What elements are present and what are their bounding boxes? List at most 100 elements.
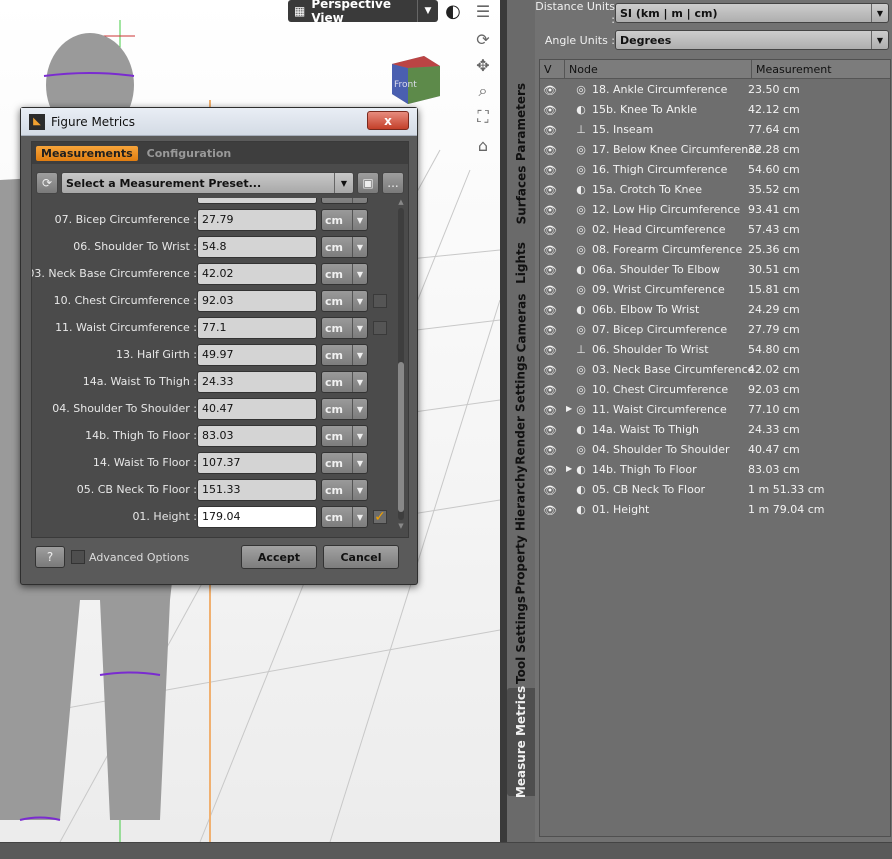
tree-row[interactable]: 👁 ◐ 06a. Shoulder To Elbow 30.51 cm bbox=[540, 260, 890, 280]
tree-row[interactable]: 👁 ⊥ 15. Inseam 77.64 cm bbox=[540, 120, 890, 140]
zoom-icon[interactable]: ⌕ bbox=[472, 80, 494, 102]
camera-dropdown-icon[interactable]: ▼ bbox=[417, 0, 438, 22]
tree-row[interactable]: 👁 ◎ 10. Chest Circumference 92.03 cm bbox=[540, 380, 890, 400]
help-button[interactable]: ? bbox=[35, 546, 65, 568]
visibility-eye-icon[interactable]: 👁 bbox=[543, 244, 559, 257]
tab-configuration[interactable]: Configuration bbox=[142, 146, 237, 161]
scrollbar[interactable]: ▲ ▼ bbox=[396, 198, 406, 530]
tree-row[interactable]: 👁 ◎ 08. Forearm Circumference 25.36 cm bbox=[540, 240, 890, 260]
visibility-eye-icon[interactable]: 👁 bbox=[543, 344, 559, 357]
measurement-value-input[interactable]: 49.97 bbox=[197, 344, 317, 366]
measurement-value-input[interactable]: 40.47 bbox=[197, 398, 317, 420]
visibility-eye-icon[interactable]: 👁 bbox=[543, 104, 559, 117]
unit-select[interactable]: cm▼ bbox=[321, 479, 368, 501]
visibility-eye-icon[interactable]: 👁 bbox=[543, 404, 559, 417]
side-tab-tool-settings[interactable]: Tool Settings bbox=[507, 595, 535, 685]
frame-icon[interactable]: ⛶ bbox=[472, 106, 494, 128]
tree-row[interactable]: 👁 ◐ 15b. Knee To Ankle 42.12 cm bbox=[540, 100, 890, 120]
visibility-eye-icon[interactable]: 👁 bbox=[543, 464, 559, 477]
measurement-value-input[interactable]: 92.03 bbox=[197, 290, 317, 312]
visibility-eye-icon[interactable]: 👁 bbox=[543, 304, 559, 317]
scroll-thumb[interactable] bbox=[398, 362, 404, 512]
expand-arrow-icon[interactable]: ▶ bbox=[566, 404, 572, 413]
tab-measurements[interactable]: Measurements bbox=[36, 145, 138, 161]
dialog-titlebar[interactable]: ◣ Figure Metrics x bbox=[21, 108, 417, 136]
tree-row[interactable]: 👁 ⊥ 06. Shoulder To Wrist 54.80 cm bbox=[540, 340, 890, 360]
tree-row[interactable]: 👁 ◐ 05. CB Neck To Floor 1 m 51.33 cm bbox=[540, 480, 890, 500]
cancel-button[interactable]: Cancel bbox=[323, 545, 399, 569]
unit-select[interactable]: cm▼ bbox=[321, 506, 368, 528]
tree-row[interactable]: 👁 ◐ 15a. Crotch To Knee 35.52 cm bbox=[540, 180, 890, 200]
tree-row[interactable]: 👁 ◐ 01. Height 1 m 79.04 cm bbox=[540, 500, 890, 520]
visibility-eye-icon[interactable]: 👁 bbox=[543, 124, 559, 137]
orbit-icon[interactable]: ⟳ bbox=[472, 28, 494, 50]
side-tab-render-settings[interactable]: Render Settings bbox=[507, 355, 535, 465]
unit-select[interactable]: cm▼ bbox=[321, 452, 368, 474]
tree-row[interactable]: 👁 ◎ 04. Shoulder To Shoulder 40.47 cm bbox=[540, 440, 890, 460]
column-node[interactable]: Node bbox=[565, 60, 752, 78]
visibility-eye-icon[interactable]: 👁 bbox=[543, 364, 559, 377]
tree-row[interactable]: 👁 ◎ 18. Ankle Circumference 23.50 cm bbox=[540, 80, 890, 100]
unit-select[interactable]: cm▼ bbox=[321, 209, 368, 231]
side-tab-property-hierarchy[interactable]: Property Hierarchy bbox=[507, 465, 535, 594]
scroll-down-icon[interactable]: ▼ bbox=[396, 522, 406, 530]
unit-select[interactable]: cm▼ bbox=[321, 371, 368, 393]
save-icon[interactable]: ▣ bbox=[357, 172, 379, 194]
measurement-value-input[interactable]: 179.04 bbox=[197, 506, 317, 528]
advanced-options-checkbox[interactable] bbox=[71, 550, 85, 564]
tree-row[interactable]: 👁 ◐ 14a. Waist To Thigh 24.33 cm bbox=[540, 420, 890, 440]
refresh-icon[interactable]: ⟳ bbox=[36, 172, 58, 194]
measurement-checkbox[interactable] bbox=[373, 294, 387, 308]
measurement-value-input[interactable]: 24.33 bbox=[197, 371, 317, 393]
tree-row[interactable]: 👁 ◐ 06b. Elbow To Wrist 24.29 cm bbox=[540, 300, 890, 320]
preset-select[interactable]: Select a Measurement Preset... ▼ bbox=[61, 172, 354, 194]
unit-select[interactable]: cm▼ bbox=[321, 236, 368, 258]
more-button[interactable]: ... bbox=[382, 172, 404, 194]
side-tab-cameras[interactable]: Cameras bbox=[507, 285, 535, 360]
visibility-eye-icon[interactable]: 👁 bbox=[543, 84, 559, 97]
distance-units-select[interactable]: SI (km | m | cm) ▼ bbox=[615, 3, 889, 23]
shading-sphere-icon[interactable]: ◐ bbox=[442, 0, 464, 22]
measurement-value-input[interactable]: 77.1 bbox=[197, 317, 317, 339]
view-cube[interactable]: Front bbox=[388, 52, 444, 108]
unit-select[interactable]: cm▼ bbox=[321, 198, 368, 204]
tree-row[interactable]: 👁 ◎ 16. Thigh Circumference 54.60 cm bbox=[540, 160, 890, 180]
measurement-checkbox[interactable]: ✓ bbox=[373, 510, 387, 524]
visibility-eye-icon[interactable]: 👁 bbox=[543, 484, 559, 497]
unit-select[interactable]: cm▼ bbox=[321, 290, 368, 312]
unit-select[interactable]: cm▼ bbox=[321, 398, 368, 420]
home-icon[interactable]: ⌂ bbox=[472, 134, 494, 156]
visibility-eye-icon[interactable]: 👁 bbox=[543, 184, 559, 197]
visibility-eye-icon[interactable]: 👁 bbox=[543, 164, 559, 177]
measurement-value-input[interactable]: 83.03 bbox=[197, 425, 317, 447]
measurement-value-input[interactable]: 24.29 bbox=[197, 198, 317, 204]
expand-arrow-icon[interactable]: ▶ bbox=[566, 464, 572, 473]
advanced-options[interactable]: Advanced Options bbox=[71, 550, 189, 564]
unit-select[interactable]: cm▼ bbox=[321, 263, 368, 285]
tree-row[interactable]: 👁 ◎ 02. Head Circumference 57.43 cm bbox=[540, 220, 890, 240]
measurement-value-input[interactable]: 151.33 bbox=[197, 479, 317, 501]
visibility-eye-icon[interactable]: 👁 bbox=[543, 284, 559, 297]
tree-row[interactable]: 👁 ◎ 12. Low Hip Circumference 93.41 cm bbox=[540, 200, 890, 220]
measurement-value-input[interactable]: 54.8 bbox=[197, 236, 317, 258]
camera-selector[interactable]: ▦ Perspective View ▼ bbox=[288, 0, 438, 25]
visibility-eye-icon[interactable]: 👁 bbox=[543, 144, 559, 157]
unit-select[interactable]: cm▼ bbox=[321, 317, 368, 339]
tree-row[interactable]: 👁 ◎ 03. Neck Base Circumference 42.02 cm bbox=[540, 360, 890, 380]
column-visible[interactable]: V bbox=[540, 60, 565, 78]
visibility-eye-icon[interactable]: 👁 bbox=[543, 504, 559, 517]
unit-select[interactable]: cm▼ bbox=[321, 344, 368, 366]
tree-row[interactable]: 👁 ◎ 07. Bicep Circumference 27.79 cm bbox=[540, 320, 890, 340]
pan-icon[interactable]: ✥ bbox=[472, 54, 494, 76]
measurement-checkbox[interactable] bbox=[373, 321, 387, 335]
tree-row[interactable]: 👁 ▶ ◐ 14b. Thigh To Floor 83.03 cm bbox=[540, 460, 890, 480]
accept-button[interactable]: Accept bbox=[241, 545, 317, 569]
side-tab-surfaces[interactable]: Surfaces bbox=[507, 155, 535, 235]
visibility-eye-icon[interactable]: 👁 bbox=[543, 424, 559, 437]
side-tab-measure-metrics[interactable]: Measure Metrics bbox=[507, 686, 535, 798]
tree-row[interactable]: 👁 ◎ 17. Below Knee Circumference 32.28 cm bbox=[540, 140, 890, 160]
visibility-eye-icon[interactable]: 👁 bbox=[543, 224, 559, 237]
column-measurement[interactable]: Measurement bbox=[752, 63, 832, 76]
visibility-eye-icon[interactable]: 👁 bbox=[543, 264, 559, 277]
measurement-value-input[interactable]: 107.37 bbox=[197, 452, 317, 474]
